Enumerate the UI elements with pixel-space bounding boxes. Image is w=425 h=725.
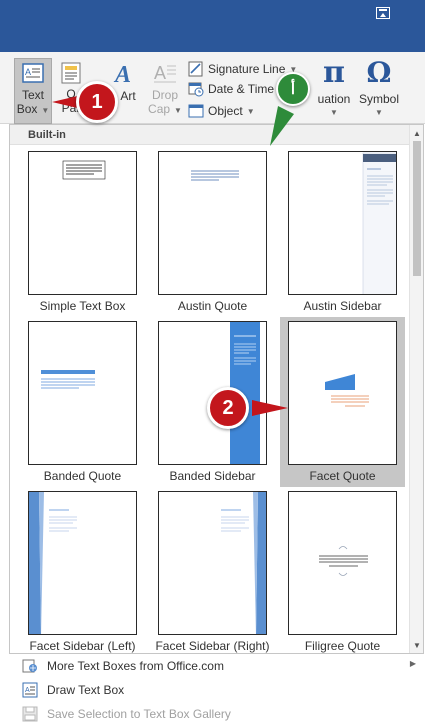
scroll-down-icon[interactable]: ▼ <box>411 639 423 651</box>
signature-line-icon <box>188 61 203 77</box>
dropdown-caret-icon: ▼ <box>330 108 338 117</box>
text-box-label-2: Box ▼ <box>16 102 50 116</box>
wordart-icon: A <box>113 62 131 86</box>
ribbon: A Text Box ▼ Q Par A Art A Drop Cap ▼ Si… <box>0 52 425 124</box>
gallery-item-facet-sidebar-right[interactable]: Facet Sidebar (Right) <box>150 487 275 657</box>
facet-quote-preview <box>325 374 369 407</box>
dropdown-caret-icon: ▼ <box>246 106 255 116</box>
gallery-item-facet-quote[interactable]: Facet Quote <box>280 317 405 487</box>
filigree-quote-thumbnail <box>288 491 397 635</box>
svg-text:A: A <box>25 687 30 694</box>
facet-quote-thumbnail <box>288 321 397 465</box>
omega-icon: Ω <box>366 56 392 89</box>
draw-text-box-label: Draw Text Box <box>47 683 125 697</box>
more-text-boxes-item[interactable]: More Text Boxes from Office.com ▶ <box>9 655 424 677</box>
banded-quote-preview <box>41 370 95 389</box>
gallery-item-label: Banded Quote <box>43 469 122 483</box>
drop-cap-icon: A <box>154 63 176 83</box>
austin-quote-preview <box>191 170 239 181</box>
gallery-item-label: Filigree Quote <box>304 639 381 653</box>
dropdown-caret-icon: ▼ <box>174 106 182 115</box>
annotation-badge-2: 2 <box>207 387 249 429</box>
annotation-badge-alt: أ <box>276 72 310 106</box>
filigree-quote-preview <box>319 546 368 576</box>
drop-cap-button[interactable]: A Drop Cap ▼ <box>147 58 183 122</box>
svg-text:A: A <box>25 67 31 77</box>
pi-icon: π <box>323 55 345 90</box>
austin-sidebar-preview <box>362 152 396 294</box>
gallery-item-austin-quote[interactable]: Austin Quote <box>150 147 275 317</box>
annotation-pointer-alt <box>270 106 294 146</box>
office-online-icon <box>22 659 37 673</box>
quick-parts-icon <box>61 62 81 84</box>
gallery-item-label: Austin Quote <box>177 299 248 313</box>
gallery-item-banded-quote[interactable]: Banded Quote <box>20 317 145 487</box>
austin-sidebar-thumbnail <box>288 151 397 295</box>
simple-text-box-thumbnail <box>28 151 137 295</box>
object-button[interactable]: Object ▼ <box>188 102 255 120</box>
annotation-badge-1: 1 <box>76 81 118 123</box>
draw-text-box-icon: A <box>22 682 38 698</box>
facet-sidebar-right-thumbnail <box>158 491 267 635</box>
gallery-scrollbar[interactable]: ▲ ▼ <box>409 125 423 653</box>
date-time-button[interactable]: Date & Time <box>188 80 274 98</box>
draw-text-box-item[interactable]: A Draw Text Box <box>9 679 424 701</box>
gallery-item-label: Simple Text Box <box>39 299 126 313</box>
submenu-arrow-icon: ▶ <box>409 659 416 668</box>
gallery-item-facet-sidebar-left[interactable]: Facet Sidebar (Left) <box>20 487 145 657</box>
gallery-item-label: Banded Sidebar <box>169 469 256 483</box>
symbol-button[interactable]: Ω Symbol ▼ <box>358 58 400 122</box>
gallery-item-austin-sidebar[interactable]: Austin Sidebar <box>280 147 405 317</box>
text-box-label-1: Text <box>21 88 44 102</box>
gallery-item-label: Facet Quote <box>309 469 376 483</box>
signature-line-label: Signature Line <box>208 62 286 76</box>
drop-cap-label-2: Cap ▼ <box>148 102 182 116</box>
svg-text:A: A <box>154 63 166 83</box>
gallery-item-label: Facet Sidebar (Left) <box>29 639 136 653</box>
title-bar <box>0 0 425 52</box>
facet-sidebar-left-preview <box>29 492 77 634</box>
date-time-icon <box>188 82 204 97</box>
gallery-item-filigree-quote[interactable]: Filigree Quote <box>280 487 405 657</box>
gallery-item-simple-text-box[interactable]: Simple Text Box <box>20 147 145 317</box>
austin-quote-thumbnail <box>158 151 267 295</box>
date-time-label: Date & Time <box>208 82 275 96</box>
scroll-up-icon[interactable]: ▲ <box>411 127 423 139</box>
facet-sidebar-right-preview <box>221 492 266 634</box>
gallery-section-header: Built-in <box>10 125 410 145</box>
ribbon-display-options-icon[interactable] <box>376 7 390 19</box>
facet-sidebar-left-thumbnail <box>28 491 137 635</box>
text-box-icon: A <box>22 63 44 83</box>
save-selection-label: Save Selection to Text Box Gallery <box>47 707 231 721</box>
more-text-boxes-label: More Text Boxes from Office.com <box>47 659 224 673</box>
annotation-pointer-2 <box>252 400 288 416</box>
scrollbar-thumb[interactable] <box>413 141 421 276</box>
text-box-button[interactable]: A Text Box ▼ <box>14 58 52 124</box>
dropdown-caret-icon: ▼ <box>41 106 50 115</box>
dropdown-caret-icon: ▼ <box>375 108 383 117</box>
symbol-label: Symbol <box>358 92 399 106</box>
gallery-menu: More Text Boxes from Office.com ▶ A Draw… <box>9 655 424 725</box>
svg-text:A: A <box>113 62 131 86</box>
save-selection-icon <box>22 706 38 722</box>
equation-button[interactable]: π uation ▼ <box>313 58 355 122</box>
drop-cap-label-1: Drop <box>151 88 178 102</box>
gallery-item-label: Facet Sidebar (Right) <box>155 639 270 653</box>
object-label: Object <box>208 104 243 118</box>
simple-text-box-preview <box>62 160 106 180</box>
banded-quote-thumbnail <box>28 321 137 465</box>
save-selection-item[interactable]: Save Selection to Text Box Gallery <box>9 703 424 725</box>
equation-label: uation <box>317 92 351 106</box>
object-icon <box>188 104 204 118</box>
gallery-item-label: Austin Sidebar <box>303 299 382 313</box>
